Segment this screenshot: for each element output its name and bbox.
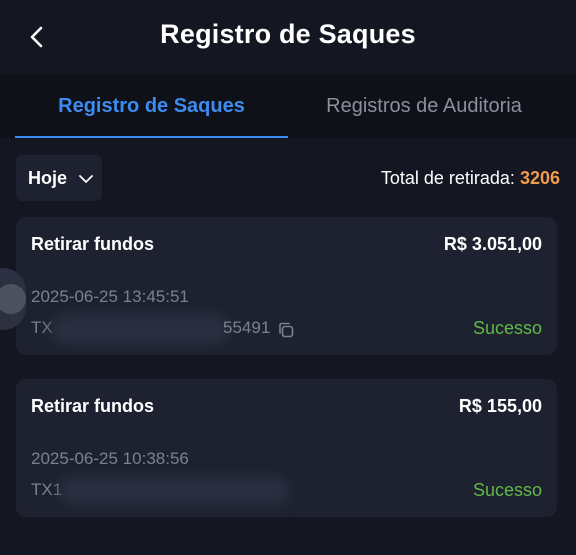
withdrawal-record: Retirar fundos R$ 3.051,00 2025-06-25 13… [16,217,557,355]
tx-id-redaction [51,314,229,344]
date-filter-dropdown[interactable]: Hoje [16,155,102,201]
record-amount: R$ 3.051,00 [443,234,542,254]
page-title: Registro de Saques [160,19,416,49]
tx-id-redaction [59,476,289,506]
status-badge: Sucesso [472,480,542,500]
chevron-down-icon [79,175,93,183]
app-header: Registro de Saques [0,0,576,74]
tx-id-prefix: TX1 [31,480,63,499]
tab-registros-de-auditoria[interactable]: Registros de Auditoria [288,74,560,138]
date-filter-label: Hoje [28,168,68,188]
filter-row: Hoje Total de retirada: 3206 [0,138,576,218]
record-transaction-id: TX 55491 [31,314,331,344]
record-datetime: 2025-06-25 10:38:56 [31,449,189,468]
record-type: Retirar fundos [31,396,155,416]
tx-id-prefix: TX [31,318,53,337]
tab-registro-de-saques[interactable]: Registro de Saques [15,74,288,138]
floating-button-dot [0,284,26,314]
total-label: Total de retirada: [380,168,515,188]
record-type: Retirar fundos [31,234,155,254]
total-value: 3206 [519,168,560,188]
record-transaction-id: TX1 [31,476,331,506]
copy-icon[interactable] [276,320,296,340]
total-withdrawal: Total de retirada: 3206 [381,168,560,189]
status-badge: Sucesso [472,318,542,338]
record-amount: R$ 155,00 [458,396,542,416]
tx-id-suffix: 55491 [223,318,271,337]
withdrawal-record: Retirar fundos R$ 155,00 2025-06-25 10:3… [16,379,557,517]
record-datetime: 2025-06-25 13:45:51 [31,287,189,306]
tab-bar: Registro de Saques Registros de Auditori… [0,74,576,138]
